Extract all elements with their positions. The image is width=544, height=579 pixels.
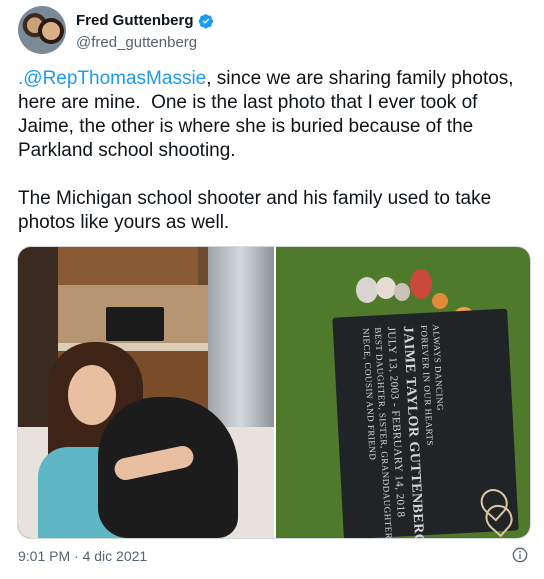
photo-girl-with-dog[interactable]: [18, 247, 274, 538]
verified-badge-icon: [198, 13, 213, 28]
author-handle[interactable]: @fred_guttenberg: [76, 34, 197, 51]
photo-gravestone[interactable]: ALWAYS DANCING FOREVER IN OUR HEARTS JAI…: [276, 247, 530, 538]
tweet-body: , since we are sharing family photos, he…: [18, 68, 514, 233]
pebble: [356, 277, 378, 303]
media-grid: ALWAYS DANCING FOREVER IN OUR HEARTS JAI…: [17, 246, 531, 539]
mention-link[interactable]: .@RepThomasMassie: [18, 68, 206, 89]
name-row: Fred Guttenberg: [76, 12, 214, 29]
tweet-timestamp[interactable]: 9:01 PM · 4 dic 2021: [18, 548, 147, 564]
author-display-name[interactable]: Fred Guttenberg: [76, 12, 194, 29]
tweet-header: Fred Guttenberg @fred_guttenberg: [18, 6, 528, 56]
pebble: [394, 283, 410, 301]
info-icon[interactable]: [512, 547, 528, 563]
girl-face: [68, 365, 116, 425]
upper-cabinet: [58, 247, 198, 288]
toy-figure: [410, 269, 432, 299]
gravestone: ALWAYS DANCING FOREVER IN OUR HEARTS JAI…: [332, 308, 519, 538]
gravestone-line: ALWAYS DANCING: [430, 324, 446, 412]
pebble: [376, 277, 396, 299]
tweet-text: .@RepThomasMassie, since we are sharing …: [18, 67, 530, 235]
avatar[interactable]: [18, 6, 66, 54]
microwave: [106, 307, 164, 341]
pebble: [432, 293, 448, 309]
